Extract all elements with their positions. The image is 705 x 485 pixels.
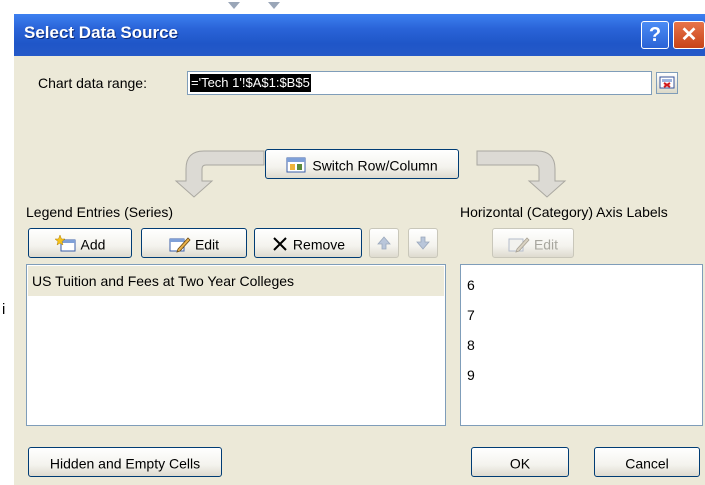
axis-labels-list[interactable]: 6 7 8 9 <box>460 264 703 426</box>
range-collapse-button[interactable] <box>656 72 678 94</box>
title-bar[interactable]: Select Data Source ? ✕ <box>14 14 705 56</box>
add-series-label: Add <box>80 236 106 253</box>
edit-axis-label: Edit <box>533 236 559 253</box>
remove-series-label: Remove <box>292 236 346 253</box>
add-icon <box>54 235 76 252</box>
switch-row-column-icon <box>286 157 306 173</box>
chevron-down-icon <box>268 2 280 9</box>
legend-entries-label: Legend Entries (Series) <box>26 204 174 220</box>
switch-row-column-label: Switch Row/Column <box>312 157 438 174</box>
edit-axis-labels-button[interactable]: Edit <box>492 228 574 258</box>
chart-data-range-label: Chart data range: <box>38 75 147 91</box>
chart-data-range-value: ='Tech 1'!$A$1:$B$5 <box>190 74 311 92</box>
list-item: 8 <box>467 337 475 353</box>
series-name: US Tuition and Fees at Two Year Colleges <box>32 273 295 289</box>
ok-label: OK <box>509 455 531 472</box>
list-item[interactable]: US Tuition and Fees at Two Year Colleges <box>28 266 444 296</box>
select-data-source-dialog: Select Data Source ? ✕ Chart data range:… <box>14 14 705 485</box>
legend-series-list[interactable]: US Tuition and Fees at Two Year Colleges <box>26 264 446 426</box>
help-button[interactable]: ? <box>641 21 669 49</box>
arrow-down-icon <box>416 236 430 250</box>
cancel-label: Cancel <box>625 455 669 472</box>
edit-series-label: Edit <box>194 236 220 253</box>
remove-x-icon <box>273 237 287 252</box>
edit-icon <box>508 237 530 253</box>
list-item: 7 <box>467 307 475 323</box>
background-left: i <box>0 14 14 485</box>
switch-row-column-button[interactable]: Switch Row/Column <box>265 149 459 179</box>
list-item: 9 <box>467 367 475 383</box>
edit-icon <box>169 237 191 253</box>
close-button[interactable]: ✕ <box>673 21 705 49</box>
ok-button[interactable]: OK <box>471 447 569 477</box>
right-curved-arrow-icon <box>476 150 567 198</box>
hidden-empty-cells-button[interactable]: Hidden and Empty Cells <box>28 447 222 477</box>
cancel-button[interactable]: Cancel <box>594 447 700 477</box>
arrow-up-icon <box>377 236 391 250</box>
add-series-button[interactable]: Add <box>28 228 132 258</box>
chart-data-range-input[interactable]: ='Tech 1'!$A$1:$B$5 <box>187 71 652 95</box>
move-up-button[interactable] <box>369 228 399 258</box>
background-text: i <box>2 301 6 318</box>
chevron-down-icon <box>228 2 240 9</box>
list-item: 6 <box>467 277 475 293</box>
remove-series-button[interactable]: Remove <box>254 228 362 258</box>
axis-labels-label: Horizontal (Category) Axis Labels <box>460 204 668 220</box>
background-top <box>0 0 705 14</box>
hidden-empty-cells-label: Hidden and Empty Cells <box>49 455 201 472</box>
collapse-dialog-icon <box>659 76 675 89</box>
edit-series-button[interactable]: Edit <box>141 228 247 258</box>
dialog-title: Select Data Source <box>24 23 179 42</box>
move-down-button[interactable] <box>408 228 438 258</box>
left-curved-arrow-icon <box>174 150 265 198</box>
